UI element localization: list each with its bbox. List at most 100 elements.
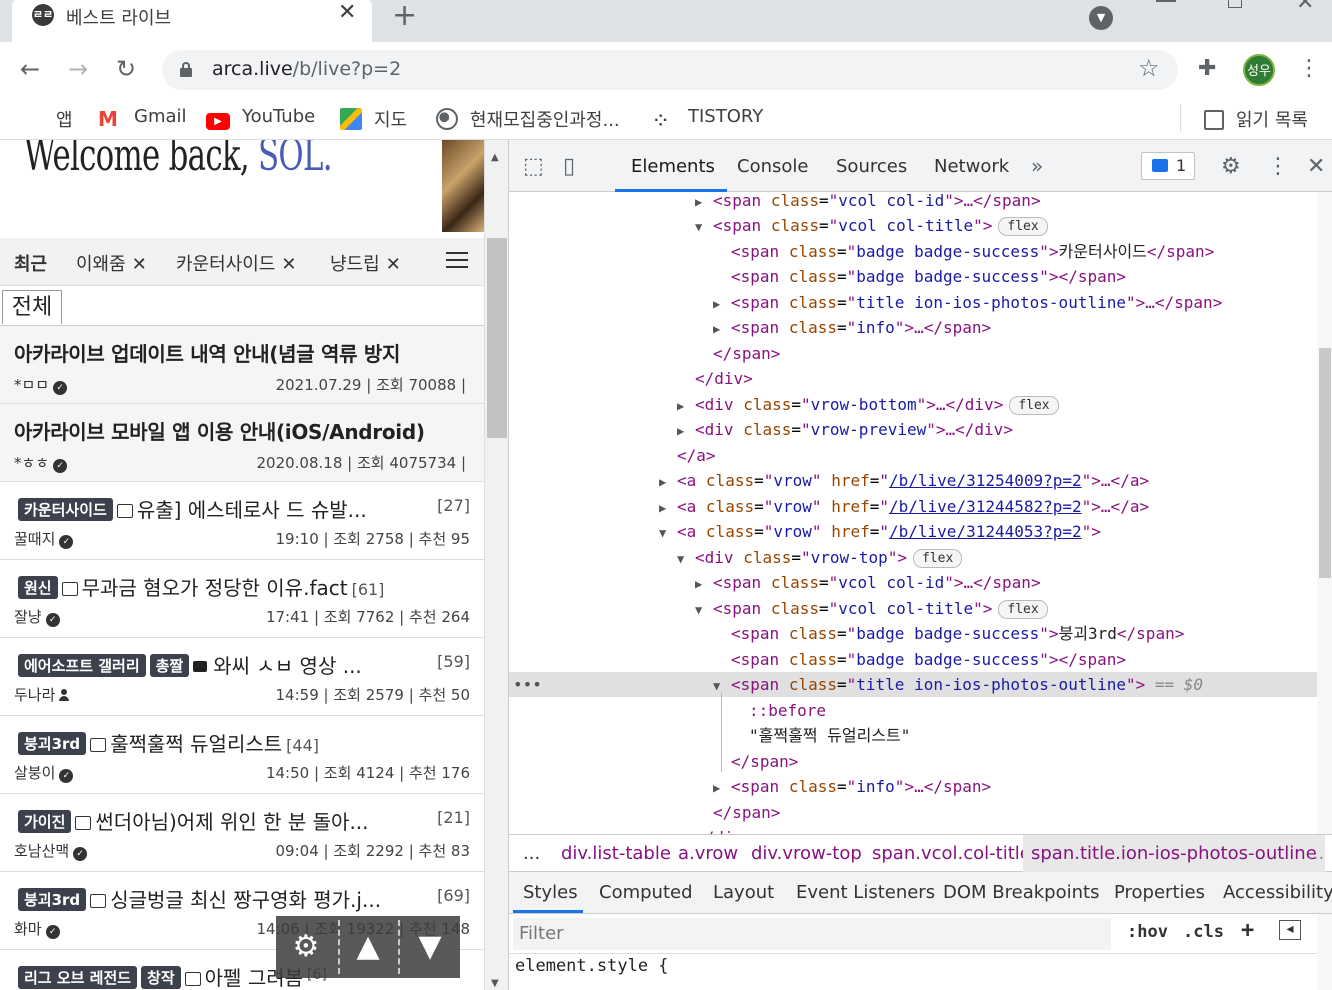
remove-icon[interactable]: ✕ [132, 254, 147, 275]
class-toggle-button[interactable]: .cls [1183, 922, 1224, 942]
dom-node[interactable]: ▶ <span class="info">…</span> [509, 315, 1317, 340]
scroll-up-icon[interactable]: ▲ [338, 916, 398, 978]
bookmark-youtube[interactable]: ▶ YouTube [206, 106, 315, 130]
dom-node[interactable]: ▼ <a class="vrow" href="/b/live/31244053?… [509, 519, 1317, 544]
dom-node[interactable]: ▶ <span class="vcol col-id">…</span> [509, 570, 1317, 595]
notice-title[interactable]: 아카라이브 업데이트 내역 안내(념글 역류 방지 [14, 338, 400, 367]
inspect-element-icon[interactable]: ⬚ [523, 154, 544, 179]
dom-tree[interactable]: ▶ <span class="vcol col-id">…</span> ▼ <sp… [509, 192, 1317, 834]
dom-node[interactable]: <span class="badge badge-success">붕괴3rd<… [509, 621, 1317, 646]
dom-node[interactable]: ▶ <span class="title ion-ios-photos-outli… [509, 290, 1317, 315]
flex-badge[interactable]: flex [998, 217, 1048, 236]
settings-gear-icon[interactable]: ⚙ [276, 916, 336, 978]
dom-node[interactable]: ▶ <div class="vrow-preview">…</div> [509, 417, 1317, 442]
notice-title[interactable]: 아카라이브 모바일 앱 이용 안내(iOS/Android) [14, 416, 425, 445]
post-row[interactable]: 카운터사이드 유출] 에스테로사 드 슈발... [27] 꿀때지 ✓ 19:10 … [0, 482, 484, 560]
bookmark-tistory[interactable]: ⁘ TISTORY [654, 106, 763, 133]
post-row[interactable]: 원신 무과금 혐오가 정당한 이유.fact [61] 잘냥 ✓ 17:41 | 조회… [0, 560, 484, 638]
dom-node[interactable]: <span class="badge badge-success"></span… [509, 264, 1317, 289]
bookmark-maps[interactable]: 지도 [340, 106, 407, 132]
breadcrumb-item[interactable]: div.vrow-top [751, 843, 862, 864]
post-title-row[interactable]: 붕괴3rd 훌쩍훌쩍 듀얼리스트 [44] [18, 728, 474, 757]
category-item[interactable]: 냥드립 ✕ [330, 250, 401, 276]
post-row[interactable]: 에어소프트 갤러리 총짤 와씨 ㅅㅂ 영상 ... [59] 두나라 14:59 |… [0, 638, 484, 716]
tab-elements[interactable]: Elements [631, 156, 715, 177]
back-icon[interactable]: ← [20, 54, 40, 84]
tab-sources[interactable]: Sources [836, 156, 907, 177]
breadcrumb-item[interactable]: span.vcol.col-title [872, 843, 1031, 864]
notice-row[interactable]: 아카라이브 모바일 앱 이용 안내(iOS/Android) *ㅎㅎ ✓ 2020… [0, 404, 484, 482]
dom-node[interactable]: ▶ <div class="vrow-bottom">…</div> flex [509, 392, 1317, 417]
dom-node[interactable]: </span> [509, 341, 1317, 366]
element-style-rule[interactable]: element.style { [515, 956, 669, 976]
category-item[interactable]: 카운터사이드 ✕ [176, 250, 296, 276]
notice-row[interactable]: 아카라이브 업데이트 내역 안내(념글 역류 방지 *ㅁㅁ ✓ 2021.07.2… [0, 326, 484, 404]
minimize-icon[interactable] [1156, 0, 1176, 2]
dom-node[interactable]: <span class="badge badge-success">카운터사이드… [509, 239, 1317, 264]
post-title-row[interactable]: 원신 무과금 혐오가 정당한 이유.fact [61] [18, 572, 474, 601]
post-title[interactable]: 싱글벙글 최신 짱구영화 평가.j... [110, 888, 381, 912]
tab-accessibility[interactable]: Accessibility [1223, 882, 1332, 903]
dom-node[interactable]: ▼ <div class="vrow-top"> flex [509, 545, 1317, 570]
breadcrumb-current[interactable]: span.title.ion-ios-photos-outline [1023, 835, 1325, 873]
styles-scrollbar[interactable] [1317, 914, 1332, 990]
lock-icon[interactable] [180, 62, 192, 77]
tab-network[interactable]: Network [934, 156, 1009, 177]
dom-node[interactable]: "훌쩍훌쩍 듀얼리스트" [509, 723, 1317, 748]
category-recent[interactable]: 최근 [14, 250, 47, 276]
issues-badge[interactable]: 1 [1141, 152, 1195, 180]
dom-node[interactable]: </a> [509, 443, 1317, 468]
remove-icon[interactable]: ✕ [281, 254, 296, 275]
tab-properties[interactable]: Properties [1114, 882, 1205, 903]
dom-node[interactable]: ▶ <a class="vrow" href="/b/live/31254009?… [509, 468, 1317, 493]
dom-scrollbar[interactable] [1317, 192, 1332, 834]
add-rule-icon[interactable]: + [1241, 918, 1254, 943]
dom-node[interactable]: ▶ <a class="vrow" href="/b/live/31244582?… [509, 494, 1317, 519]
tab-computed[interactable]: Computed [599, 882, 693, 903]
page-scrollbar[interactable]: ▲ ▼ [484, 140, 508, 990]
reload-icon[interactable]: ↻ [116, 54, 136, 84]
post-row[interactable]: 붕괴3rd 훌쩍훌쩍 듀얼리스트 [44] 살붕이 ✓ 14:50 | 조회 4124… [0, 716, 484, 794]
tab-styles[interactable]: Styles [523, 882, 578, 903]
flex-badge[interactable]: flex [1009, 396, 1059, 415]
post-title[interactable]: 무과금 혐오가 정당한 이유.fact [82, 576, 348, 600]
close-devtools-icon[interactable]: ✕ [1307, 154, 1325, 179]
profile-avatar[interactable]: 성우 [1243, 54, 1275, 86]
dom-node[interactable]: ▼ <span class="vcol col-title"> flex [509, 596, 1317, 621]
scrollbar-thumb[interactable] [487, 238, 507, 438]
devtools-menu-icon[interactable]: ⋮ [1267, 154, 1289, 179]
dom-node[interactable]: ▼ <span class="vcol col-title"> flex [509, 213, 1317, 238]
post-title[interactable]: 훌쩍훌쩍 듀얼리스트 [110, 732, 282, 756]
scroll-down-arrow-icon[interactable]: ▼ [491, 978, 499, 989]
dom-node[interactable]: </div> [509, 825, 1317, 834]
tab-dom-breakpoints[interactable]: DOM Breakpoints [943, 882, 1099, 903]
flex-badge[interactable]: flex [998, 600, 1048, 619]
category-item[interactable]: 이왜줌 ✕ [76, 250, 147, 276]
address-bar[interactable]: arca.live/b/live?p=2 ☆ [162, 50, 1178, 90]
flex-badge[interactable]: flex [912, 549, 963, 568]
more-icon[interactable]: ••• [513, 672, 542, 697]
forward-icon[interactable]: → [68, 54, 88, 84]
post-title[interactable]: 와씨 ㅅㅂ 영상 ... [213, 654, 362, 678]
bookmark-apps[interactable]: 앱 [22, 106, 73, 132]
breadcrumb-more[interactable]: ... [1307, 843, 1324, 864]
dom-node[interactable]: ::before [509, 698, 1317, 723]
dom-node[interactable]: </div> [509, 366, 1317, 391]
device-toolbar-icon[interactable]: ▯ [563, 154, 575, 179]
tab-search-icon[interactable]: ▼ [1089, 6, 1113, 30]
toggle-sidebar-icon[interactable]: ◂ [1279, 920, 1301, 940]
post-title[interactable]: 유출] 에스테로사 드 슈발... [137, 498, 367, 522]
hamburger-menu-icon[interactable] [446, 252, 468, 270]
reading-list[interactable]: 읽기 목록 [1204, 106, 1308, 132]
settings-gear-icon[interactable]: ⚙ [1221, 154, 1241, 179]
dom-node[interactable]: <span class="badge badge-success"></span… [509, 647, 1317, 672]
dom-node[interactable]: ▶ <span class="vcol col-id">…</span> [509, 192, 1317, 213]
more-tabs-icon[interactable]: » [1031, 154, 1043, 178]
new-tab-icon[interactable]: + [392, 1, 417, 31]
dom-node[interactable]: </span> [509, 800, 1317, 825]
breadcrumb-item[interactable]: a.vrow [678, 843, 738, 864]
close-tab-icon[interactable]: ✕ [338, 2, 356, 24]
breadcrumb-item[interactable]: div.list-table [561, 843, 671, 864]
tab-layout[interactable]: Layout [713, 882, 774, 903]
browser-tab[interactable]: ㄹㄹ 베스트 라이브 ✕ [12, 0, 372, 42]
